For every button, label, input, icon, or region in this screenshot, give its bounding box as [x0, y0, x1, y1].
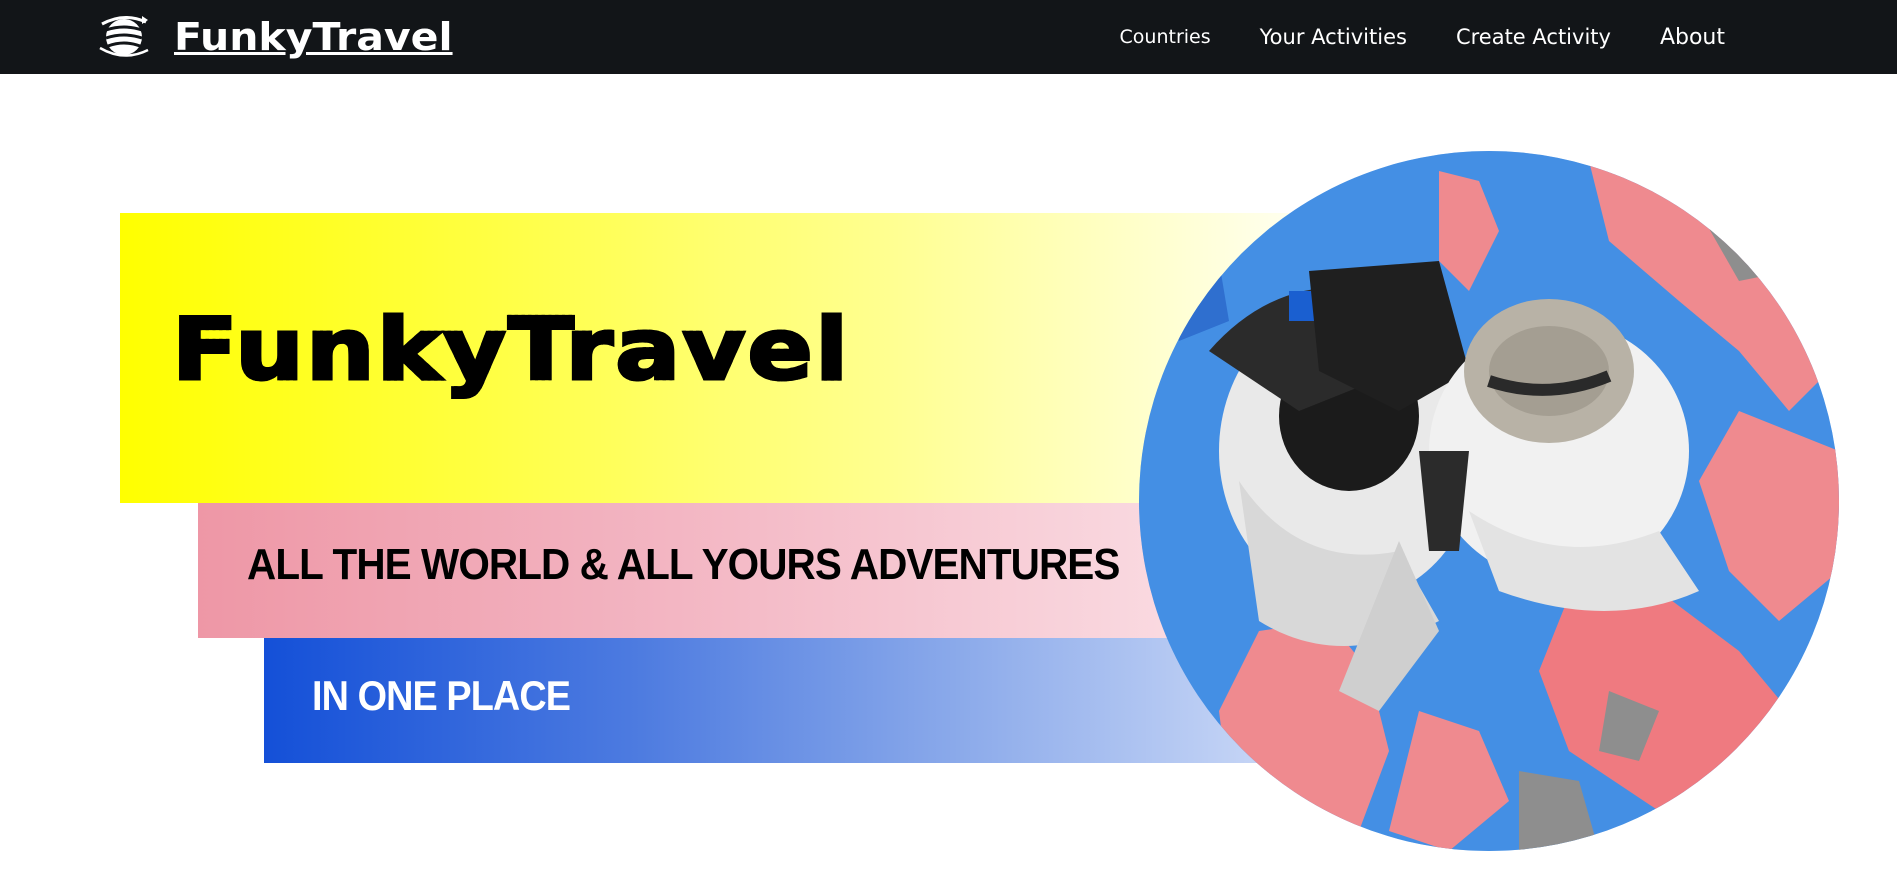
nav-countries[interactable]: Countries: [1120, 26, 1211, 48]
navbar: FunkyTravel Countries Your Activities Cr…: [0, 0, 1897, 74]
brand-name[interactable]: FunkyTravel: [174, 12, 453, 62]
globe-icon[interactable]: [98, 10, 150, 62]
nav-about[interactable]: About: [1660, 25, 1725, 50]
travelers-on-map-photo: [1139, 151, 1839, 851]
hero-subtitle: ALL THE WORLD & ALL YOURS ADVENTURES: [247, 540, 1120, 589]
nav-your-activities[interactable]: Your Activities: [1260, 25, 1407, 49]
hero-tagline: IN ONE PLACE: [312, 672, 571, 719]
hero-title: FunkyTravel: [170, 299, 851, 402]
nav-create-activity[interactable]: Create Activity: [1456, 25, 1611, 49]
nav-menu: Countries Your Activities Create Activit…: [1120, 0, 1725, 74]
